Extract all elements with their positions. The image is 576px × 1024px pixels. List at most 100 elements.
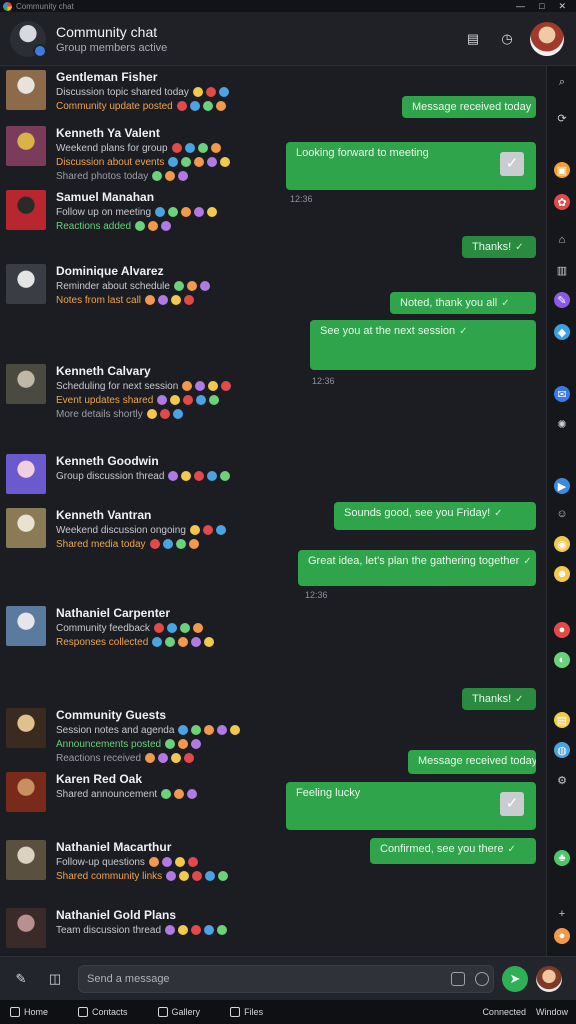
- checkbox-icon[interactable]: ✓: [500, 152, 524, 176]
- outgoing-message-bubble[interactable]: Thanks! ✓: [462, 236, 536, 258]
- emoji-icon: [199, 281, 210, 292]
- outgoing-message-bubble[interactable]: Sounds good, see you Friday! ✓: [334, 502, 536, 530]
- contact-row[interactable]: Kenneth Ya Valent Weekend plans for group…: [6, 126, 301, 182]
- search-icon[interactable]: ⌕: [554, 74, 570, 90]
- settings-icon[interactable]: ✿: [554, 194, 570, 210]
- contact-name[interactable]: Kenneth Ya Valent: [56, 126, 301, 140]
- contact-row[interactable]: Karen Red Oak Shared announcement: [6, 772, 301, 812]
- contact-avatar[interactable]: [6, 908, 46, 948]
- chat-icon[interactable]: ✎: [554, 292, 570, 308]
- contact-preview-line: Session notes and agenda: [56, 725, 301, 736]
- outgoing-message-bubble[interactable]: Confirmed, see you there ✓: [370, 838, 536, 864]
- orange-app-icon[interactable]: ●: [554, 928, 570, 944]
- contact-row[interactable]: Kenneth Vantran Weekend discussion ongoin…: [6, 508, 301, 550]
- contact-row[interactable]: Nathaniel Gold Plans Team discussion thre…: [6, 908, 301, 948]
- outgoing-message-bubble[interactable]: Great idea, let's plan the gathering tog…: [298, 550, 536, 586]
- emoji-icon: [173, 281, 184, 292]
- maximize-button[interactable]: □: [539, 1, 544, 12]
- contact-avatar[interactable]: [6, 606, 46, 646]
- taskbar-item-gallery[interactable]: Gallery: [157, 1007, 200, 1017]
- clock-icon[interactable]: ◷: [496, 28, 518, 50]
- contact-name[interactable]: Gentleman Fisher: [56, 70, 301, 84]
- contact-row[interactable]: Nathaniel Macarthur Follow-up questions Sh…: [6, 840, 301, 882]
- composer-avatar[interactable]: [536, 965, 562, 992]
- taskbar-item-files[interactable]: Files: [230, 1007, 263, 1017]
- contact-name[interactable]: Samuel Manahan: [56, 190, 301, 204]
- bell-icon[interactable]: ⟳: [554, 110, 570, 126]
- contact-name[interactable]: Kenneth Goodwin: [56, 454, 301, 468]
- contact-avatar[interactable]: [6, 264, 46, 304]
- attach-icon[interactable]: ✎: [8, 966, 34, 992]
- gif-icon[interactable]: [451, 971, 465, 986]
- send-button[interactable]: ➤: [502, 965, 528, 992]
- contact-name[interactable]: Kenneth Vantran: [56, 508, 301, 522]
- contact-avatar[interactable]: [6, 454, 46, 494]
- outgoing-message-bubble[interactable]: Message received today✓: [408, 750, 536, 774]
- contact-avatar[interactable]: [6, 840, 46, 880]
- taskbar-label: Contacts: [92, 1007, 128, 1017]
- contact-row[interactable]: Gentleman Fisher Discussion topic shared …: [6, 70, 301, 112]
- star-icon[interactable]: ◉: [554, 536, 570, 552]
- camera-icon[interactable]: ◫: [42, 966, 68, 992]
- contact-row[interactable]: Kenneth Calvary Scheduling for next sessi…: [6, 364, 301, 420]
- red-app-icon[interactable]: ●: [554, 622, 570, 638]
- outgoing-message-bubble[interactable]: Looking forward to meeting ✓: [286, 142, 536, 190]
- apps-icon[interactable]: ▣: [554, 162, 570, 178]
- contact-avatar[interactable]: [6, 190, 46, 230]
- outgoing-message-bubble[interactable]: Noted, thank you all ✓: [390, 292, 536, 314]
- smile-icon[interactable]: ☻: [554, 566, 570, 582]
- home-icon[interactable]: ⌂: [554, 232, 570, 248]
- game-icon[interactable]: ◐: [554, 652, 570, 668]
- video-icon[interactable]: ▶: [554, 478, 570, 494]
- gear-icon[interactable]: ⚙: [554, 772, 570, 788]
- mail-icon[interactable]: ✉: [554, 386, 570, 402]
- contact-body: Dominique Alvarez Reminder about schedule…: [56, 264, 301, 306]
- close-button[interactable]: ✕: [558, 1, 566, 12]
- emoji-icon: [192, 87, 203, 98]
- contact-row[interactable]: Nathaniel Carpenter Community feedback Res…: [6, 606, 301, 648]
- message-input[interactable]: Send a message: [78, 964, 494, 993]
- avatar-icon[interactable]: ☺: [554, 506, 570, 522]
- outgoing-message-bubble[interactable]: Thanks! ✓: [462, 688, 536, 710]
- message-list[interactable]: Gentleman Fisher Discussion topic shared …: [0, 66, 546, 956]
- contact-name[interactable]: Karen Red Oak: [56, 772, 301, 786]
- contact-avatar[interactable]: [6, 708, 46, 748]
- contact-name[interactable]: Nathaniel Macarthur: [56, 840, 301, 854]
- outgoing-message-bubble[interactable]: Feeling lucky ✓: [286, 782, 536, 830]
- preview-text: Reactions received: [56, 753, 142, 764]
- contact-avatar[interactable]: [6, 70, 46, 110]
- contact-name[interactable]: Nathaniel Gold Plans: [56, 908, 301, 922]
- group-avatar[interactable]: [10, 20, 47, 58]
- shield-icon[interactable]: ◆: [554, 324, 570, 340]
- taskbar-item-home[interactable]: Home: [10, 1007, 48, 1017]
- contact-name[interactable]: Dominique Alvarez: [56, 264, 301, 278]
- user-avatar[interactable]: [530, 21, 564, 56]
- web-icon[interactable]: ◍: [554, 742, 570, 758]
- grid-icon[interactable]: ▥: [554, 262, 570, 278]
- taskbar-item-contacts[interactable]: Contacts: [78, 1007, 128, 1017]
- contact-row[interactable]: Samuel Manahan Follow up on meeting Reacti…: [6, 190, 301, 232]
- contact-row[interactable]: Kenneth Goodwin Group discussion thread: [6, 454, 301, 494]
- contact-avatar[interactable]: [6, 508, 46, 548]
- leaf-icon[interactable]: ♣: [554, 850, 570, 866]
- contact-preview-line: Weekend discussion ongoing: [56, 525, 301, 536]
- contact-avatar[interactable]: [6, 772, 46, 812]
- emoji-icon[interactable]: [475, 971, 489, 986]
- contact-avatar[interactable]: [6, 126, 46, 166]
- outgoing-message-bubble[interactable]: See you at the next session ✓: [310, 320, 536, 370]
- minimize-button[interactable]: —: [516, 1, 525, 12]
- emoji-icon: [220, 471, 231, 482]
- contact-row[interactable]: Dominique Alvarez Reminder about schedule…: [6, 264, 301, 306]
- globe-icon[interactable]: ✺: [554, 416, 570, 432]
- folder-icon[interactable]: ▤: [554, 712, 570, 728]
- contact-name[interactable]: Nathaniel Carpenter: [56, 606, 301, 620]
- plus-icon[interactable]: +: [554, 906, 570, 922]
- contact-avatar[interactable]: [6, 364, 46, 404]
- contact-row[interactable]: Community Guests Session notes and agenda…: [6, 708, 301, 764]
- calendar-icon[interactable]: ▤: [462, 28, 484, 50]
- checkbox-icon[interactable]: ✓: [500, 792, 524, 816]
- contact-name[interactable]: Community Guests: [56, 708, 301, 722]
- contact-name[interactable]: Kenneth Calvary: [56, 364, 301, 378]
- outgoing-message-bubble[interactable]: Message received today✓: [402, 96, 536, 118]
- emoji-icon: [158, 753, 169, 764]
